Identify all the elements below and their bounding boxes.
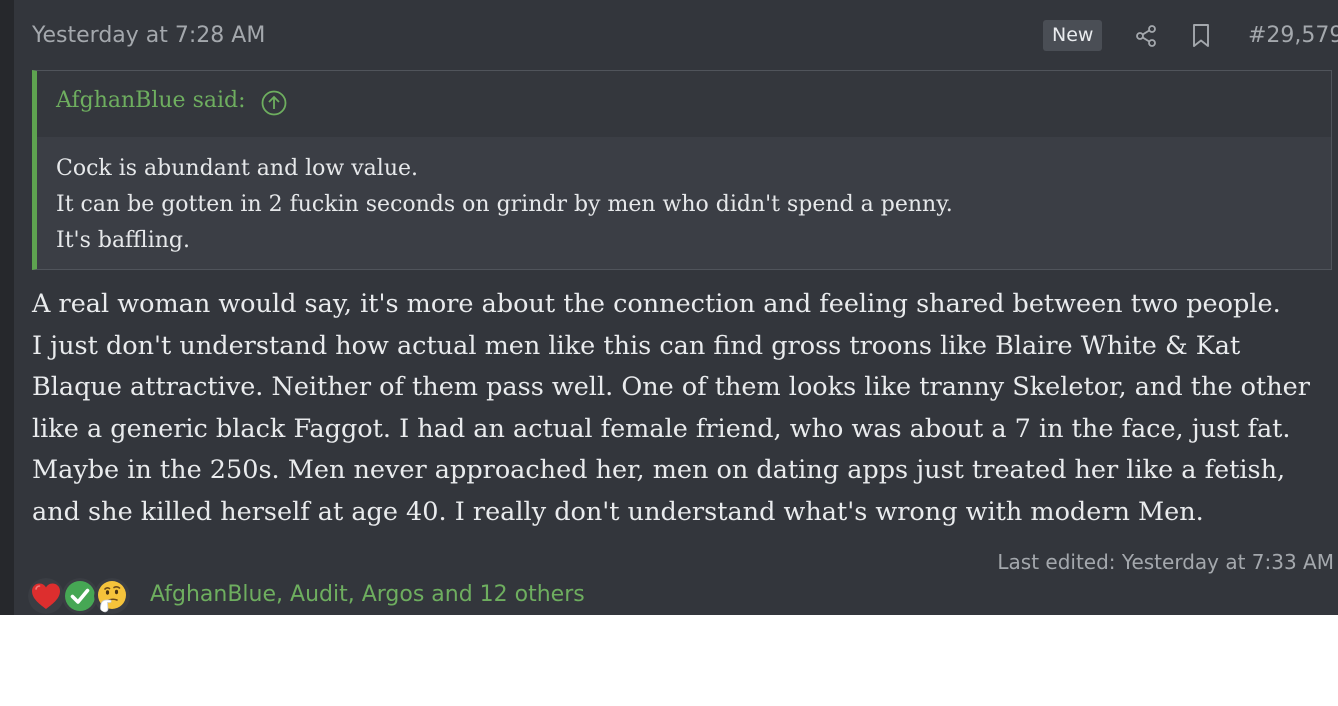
post-number-link[interactable]: #29,579 (1248, 23, 1338, 48)
arrow-up-circle-icon[interactable] (261, 90, 287, 116)
post-header: Yesterday at 7:28 AM New #29,579 (32, 18, 1338, 54)
message-line: I just don't understand how actual men l… (32, 330, 1241, 361)
left-margin-strip (0, 0, 14, 615)
message-line: like a generic black Faggot. I had an ac… (32, 413, 1291, 444)
share-icon (1136, 25, 1156, 47)
message-line: Maybe in the 250s. Men never approached … (32, 455, 1286, 485)
forum-post-frame: Yesterday at 7:28 AM New #29,579 AfghanB… (0, 0, 1338, 615)
message-line: and she killed herself at age 40. I real… (32, 496, 1204, 527)
quote-header: AfghanBlue said: (37, 71, 1331, 137)
quote-author-link[interactable]: AfghanBlue said: (56, 88, 246, 113)
last-edited-text: Last edited: Yesterday at 7:33 AM (997, 550, 1334, 574)
message-line: Blaque attractive. Neither of them pass … (32, 372, 1310, 402)
quote-content: Cock is abundant and low value. It can b… (56, 151, 1316, 259)
quote-line: It can be gotten in 2 fuckin seconds on … (56, 192, 953, 217)
check-reaction-icon[interactable] (62, 578, 98, 614)
forum-post: Yesterday at 7:28 AM New #29,579 AfghanB… (14, 0, 1338, 615)
thinking-reaction-icon[interactable] (94, 578, 130, 614)
message-line: A real woman would say, it's more about … (32, 289, 1281, 319)
reaction-users-link[interactable]: AfghanBlue, Audit, Argos and 12 others (150, 582, 585, 607)
heart-reaction-icon[interactable] (28, 578, 64, 614)
bookmark-icon (1193, 24, 1209, 47)
quote-line: It's baffling. (56, 228, 191, 253)
quote-line: Cock is abundant and low value. (56, 156, 419, 181)
share-button[interactable] (1131, 21, 1161, 51)
bookmark-button[interactable] (1186, 21, 1216, 51)
new-badge: New (1043, 20, 1103, 51)
quote-block: AfghanBlue said: Cock is abundant and lo… (32, 70, 1332, 270)
post-message-body: A real woman would say, it's more about … (32, 284, 1336, 533)
post-timestamp[interactable]: Yesterday at 7:28 AM (32, 23, 265, 48)
